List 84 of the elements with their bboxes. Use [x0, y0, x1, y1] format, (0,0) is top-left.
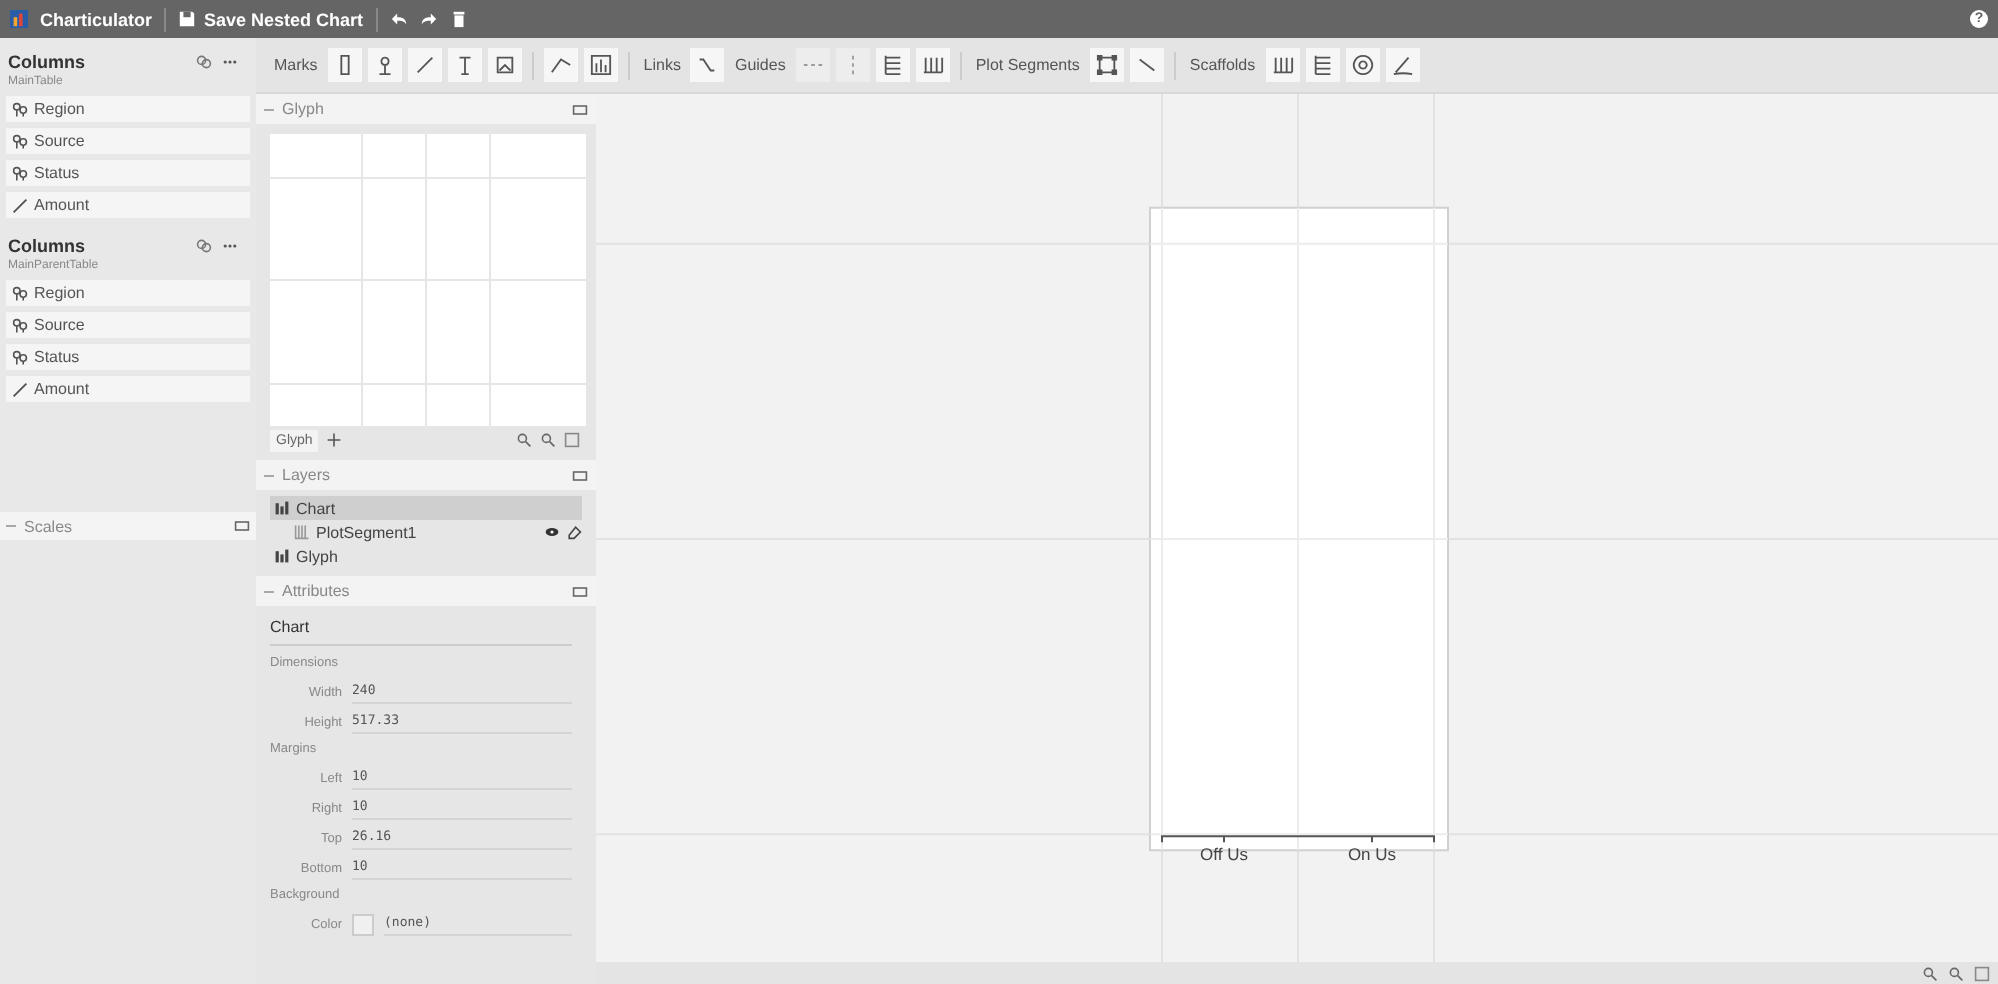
column-item[interactable]: Status — [6, 344, 250, 370]
tool-button[interactable] — [690, 48, 725, 82]
toolbar-label: Scaffolds — [1189, 56, 1256, 74]
tool-button[interactable] — [1345, 48, 1380, 82]
layer-item[interactable]: Chart — [270, 496, 582, 520]
column-item[interactable]: Amount — [6, 376, 250, 402]
column-item[interactable]: Source — [6, 312, 250, 338]
categorical-icon — [12, 165, 28, 181]
zoom-in-icon[interactable] — [1922, 965, 1938, 981]
column-item[interactable]: Status — [6, 160, 250, 186]
save-icon — [178, 10, 197, 28]
tool-button[interactable] — [1385, 48, 1420, 82]
frame-icon — [1095, 54, 1118, 76]
axis-label: Off Us — [1200, 844, 1248, 865]
tool-button[interactable] — [543, 48, 578, 82]
color-swatch[interactable] — [352, 914, 374, 936]
tool-button[interactable] — [487, 48, 522, 82]
link-table-icon[interactable] — [196, 54, 212, 70]
categorical-icon — [12, 349, 28, 365]
link-icon — [696, 54, 719, 76]
tool-button[interactable] — [875, 48, 910, 82]
undo-icon[interactable] — [389, 10, 408, 28]
axis-icon — [549, 54, 572, 76]
window-icon[interactable] — [572, 583, 588, 599]
zoom-out-icon[interactable] — [540, 432, 556, 448]
layer-item[interactable]: PlotSegment1 — [270, 520, 582, 544]
fit-icon[interactable] — [564, 432, 580, 448]
line-segment-icon — [1135, 54, 1158, 76]
bar-chart-icon — [274, 548, 290, 564]
categorical-icon — [12, 285, 28, 301]
column-item[interactable]: Region — [6, 280, 250, 306]
toolbar-label: Plot Segments — [975, 56, 1080, 74]
tool-button[interactable] — [583, 48, 618, 82]
numerical-icon — [12, 381, 28, 397]
categorical-icon — [12, 101, 28, 117]
zoom-in-icon[interactable] — [516, 432, 532, 448]
fit-icon[interactable] — [1974, 965, 1990, 981]
window-icon[interactable] — [234, 518, 250, 534]
tool-button[interactable] — [327, 48, 362, 82]
tool-button[interactable] — [1129, 48, 1164, 82]
column-item[interactable]: Amount — [6, 192, 250, 218]
link-table-icon[interactable] — [196, 238, 212, 254]
column-item[interactable]: Region — [6, 96, 250, 122]
tool-button[interactable] — [1089, 48, 1124, 82]
redo-icon[interactable] — [419, 10, 438, 28]
tool-button[interactable] — [407, 48, 442, 82]
grid-icon — [294, 524, 310, 540]
bar-chart-icon — [274, 500, 290, 516]
save-button[interactable]: Save Nested Chart — [178, 9, 364, 29]
toolbar-label: Marks — [274, 56, 318, 74]
axis-label: On Us — [1347, 844, 1397, 865]
object-title: Chart — [270, 614, 572, 646]
ring-icon — [1351, 54, 1374, 76]
pen-icon — [1391, 54, 1414, 76]
add-icon[interactable] — [326, 432, 343, 448]
numerical-icon — [12, 197, 28, 213]
image-icon — [493, 54, 516, 76]
layer-item[interactable]: Glyph — [270, 544, 582, 568]
window-icon[interactable] — [572, 101, 588, 117]
rows-icon — [881, 54, 904, 76]
logo-icon — [10, 10, 28, 28]
eye-icon[interactable] — [544, 524, 560, 540]
categorical-icon — [12, 317, 28, 333]
tool-button[interactable] — [367, 48, 402, 82]
columns-icon — [921, 54, 944, 76]
line-icon — [413, 54, 436, 76]
columns-icon — [1271, 54, 1294, 76]
tool-button[interactable] — [447, 48, 482, 82]
column-item[interactable]: Source — [6, 128, 250, 154]
panel-title: Columns — [8, 236, 88, 256]
panel-title: Columns — [8, 52, 88, 72]
toolbar-label: Guides — [734, 56, 786, 74]
window-icon[interactable] — [572, 467, 588, 483]
tool-button[interactable] — [915, 48, 950, 82]
tool-button[interactable] — [1265, 48, 1300, 82]
eraser-icon[interactable] — [566, 524, 582, 540]
trash-icon[interactable] — [449, 10, 468, 28]
rows-icon — [1311, 54, 1334, 76]
tool-button[interactable] — [1305, 48, 1340, 82]
zoom-out-icon[interactable] — [1948, 965, 1964, 981]
categorical-icon — [12, 133, 28, 149]
bar-chart-icon — [589, 54, 612, 76]
toolbar-label: Links — [643, 56, 681, 74]
app-title: Charticulator — [40, 9, 153, 29]
